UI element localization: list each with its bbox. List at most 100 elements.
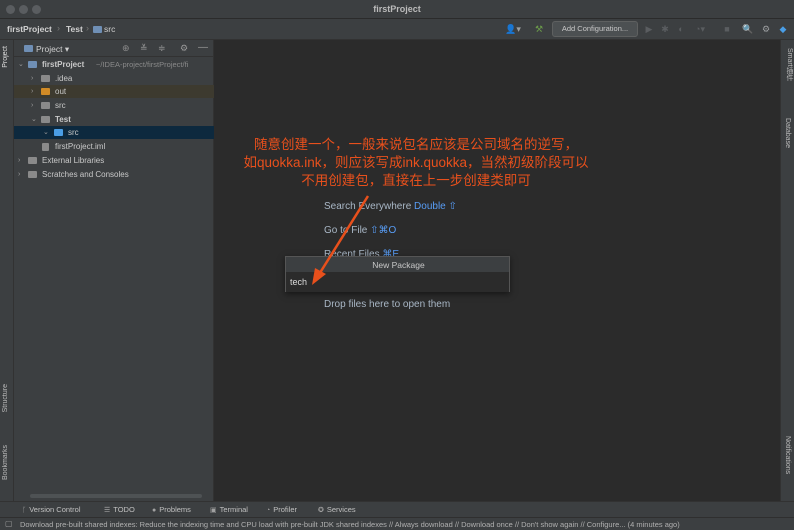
tree-item-label: .idea [55, 74, 73, 83]
project-view-icon [24, 45, 33, 52]
chevron-right-icon[interactable]: › [31, 85, 33, 98]
chevron-right-icon[interactable]: › [31, 99, 33, 112]
hide-panel-icon[interactable]: — [198, 42, 208, 53]
hint-search-everywhere: Search Everywhere Double ⇧ [324, 201, 457, 212]
locate-icon[interactable]: ⊕ [122, 43, 130, 54]
profiler-icon[interactable]: ◔▾ [692, 23, 708, 36]
tab-label: Problems [159, 505, 191, 514]
status-message[interactable]: Download pre-built shared indexes: Reduc… [20, 520, 680, 529]
tree-item-external-libraries[interactable]: › External Libraries [14, 154, 214, 167]
annotation-line: 随意创建一个，一般来说包名应该是公司域名的逆写， [254, 137, 578, 152]
bottom-tool-bar: ᚴ Version Control ☰ TODO ● Problems ▣ Termin… [0, 501, 794, 517]
tree-item-label: src [55, 101, 66, 110]
database-tool-tab[interactable]: Database [784, 118, 791, 148]
dialog-title: New Package [372, 260, 425, 270]
hammer-icon[interactable]: ⚒ [532, 23, 546, 36]
tree-item-label: src [68, 128, 79, 137]
source-folder-icon [54, 129, 63, 136]
hint-go-to-file: Go to File ⇧⌘O [324, 225, 396, 236]
chevron-down-icon[interactable]: ⌄ [31, 113, 37, 126]
hint-label: Drop files here to open them [324, 299, 451, 310]
gear-icon[interactable]: ⚙ [760, 23, 772, 36]
annotation-line: 不用创建包，直接在上一步创建类即可 [301, 173, 531, 188]
tab-services[interactable]: ✪ Services [318, 505, 356, 514]
breadcrumb-folder[interactable]: src [93, 24, 115, 34]
stop-icon[interactable]: ■ [722, 23, 732, 36]
branch-icon: ᚴ [22, 507, 27, 514]
tree-item-test-module[interactable]: ⌄ Test [14, 113, 214, 126]
debug-icon[interactable]: ✱ [660, 23, 670, 36]
bookmarks-tool-tab[interactable]: Bookmarks [2, 445, 9, 480]
toggle-tool-windows-icon[interactable]: ▢ [5, 519, 13, 528]
tree-item-test-src[interactable]: ⌄ src [14, 126, 214, 139]
services-icon: ✪ [318, 507, 324, 514]
smart-plugin-tool-tab[interactable]: Smart插件 [784, 48, 794, 81]
folder-icon [93, 26, 102, 33]
project-tool-tab[interactable]: Project [2, 46, 9, 68]
chevron-right-icon[interactable]: › [18, 154, 20, 167]
search-icon[interactable]: 🔍 [742, 23, 754, 36]
gear-icon[interactable]: ⚙ [180, 43, 188, 54]
add-configuration-button[interactable]: Add Configuration... [552, 21, 638, 37]
new-package-dialog: New Package [285, 256, 510, 292]
tree-item-out[interactable]: › out [14, 85, 214, 98]
project-panel-header: Project ▾ ⊕ ≚ ≑ ⚙ — [14, 40, 214, 57]
tree-item-label: Test [55, 115, 71, 124]
chevron-right-icon[interactable]: › [18, 168, 20, 181]
breadcrumb-folder-label: src [104, 24, 116, 34]
notifications-tool-tab[interactable]: Notifications [784, 436, 791, 474]
hint-shortcut: Double ⇧ [414, 201, 457, 212]
tree-item-iml[interactable]: firstProject.iml [14, 140, 214, 153]
iml-file-icon [42, 143, 49, 151]
tab-label: Version Control [29, 505, 81, 514]
profiler-icon: ◔ [266, 507, 271, 514]
tab-label: Profiler [273, 505, 297, 514]
module-folder-icon [28, 61, 37, 68]
chevron-down-icon[interactable]: ⌄ [18, 58, 24, 71]
tree-item-label: out [55, 87, 67, 96]
tab-terminal[interactable]: ▣ Terminal [210, 505, 248, 514]
tab-label: Terminal [219, 505, 248, 514]
plugin-icon[interactable]: ◆ [777, 23, 789, 36]
tab-profiler[interactable]: ◔ Profiler [266, 505, 297, 514]
annotation-line: 如quokka.ink，则应该写成ink.quokka，当然初级阶段可以 [243, 155, 589, 170]
tree-item-label: External Libraries [42, 156, 105, 165]
module-folder-icon [41, 116, 50, 123]
tree-item-idea[interactable]: › .idea [14, 72, 214, 85]
tree-item-scratches[interactable]: › Scratches and Consoles [14, 168, 214, 181]
title-bar: firstProject [0, 0, 794, 19]
hint-label: Search Everywhere [324, 201, 412, 212]
user-icon[interactable]: 👤▾ [505, 23, 521, 36]
package-name-input[interactable] [286, 272, 509, 292]
window-title: firstProject [373, 4, 421, 14]
chevron-right-icon[interactable]: › [31, 72, 33, 85]
status-bar: ▢ Download pre-built shared indexes: Red… [0, 517, 794, 530]
tree-item-label: Scratches and Consoles [42, 170, 129, 179]
chevron-down-icon[interactable]: ⌄ [43, 126, 49, 139]
expand-all-icon[interactable]: ≑ [158, 43, 166, 54]
tab-label: Services [326, 505, 356, 514]
tab-version-control[interactable]: ᚴ Version Control [22, 505, 80, 514]
tab-problems[interactable]: ● Problems [152, 505, 191, 514]
libraries-icon [28, 157, 37, 164]
project-view-selector[interactable]: Project ▾ [36, 44, 69, 55]
terminal-icon: ▣ [210, 507, 217, 514]
breadcrumb-project[interactable]: firstProject [7, 24, 52, 34]
collapse-all-icon[interactable]: ≚ [140, 43, 148, 54]
problems-icon: ● [152, 507, 157, 514]
run-icon[interactable]: ▶ [644, 23, 654, 36]
structure-tool-tab[interactable]: Structure [2, 384, 9, 412]
hint-shortcut: ⇧⌘O [370, 225, 397, 236]
breadcrumb-module[interactable]: Test [66, 24, 83, 34]
list-icon: ☰ [104, 507, 111, 514]
tree-item-path-hint: ~/IDEA-project/firstProject/fi [96, 60, 189, 69]
hint-drop-files: Drop files here to open them [324, 299, 450, 310]
tree-item-label: firstProject.iml [55, 142, 106, 151]
tab-todo[interactable]: ☰ TODO [104, 505, 135, 514]
tree-item-project-root[interactable]: ⌄ firstProject ~/IDEA-project/firstProje… [14, 58, 214, 71]
tree-item-src[interactable]: › src [14, 99, 214, 112]
coverage-icon[interactable]: ◐ [676, 23, 686, 36]
tab-label: TODO [113, 505, 135, 514]
horizontal-scrollbar[interactable] [30, 494, 202, 498]
project-panel: Project ▾ ⊕ ≚ ≑ ⚙ — ⌄ firstProject ~/IDE… [14, 40, 214, 501]
